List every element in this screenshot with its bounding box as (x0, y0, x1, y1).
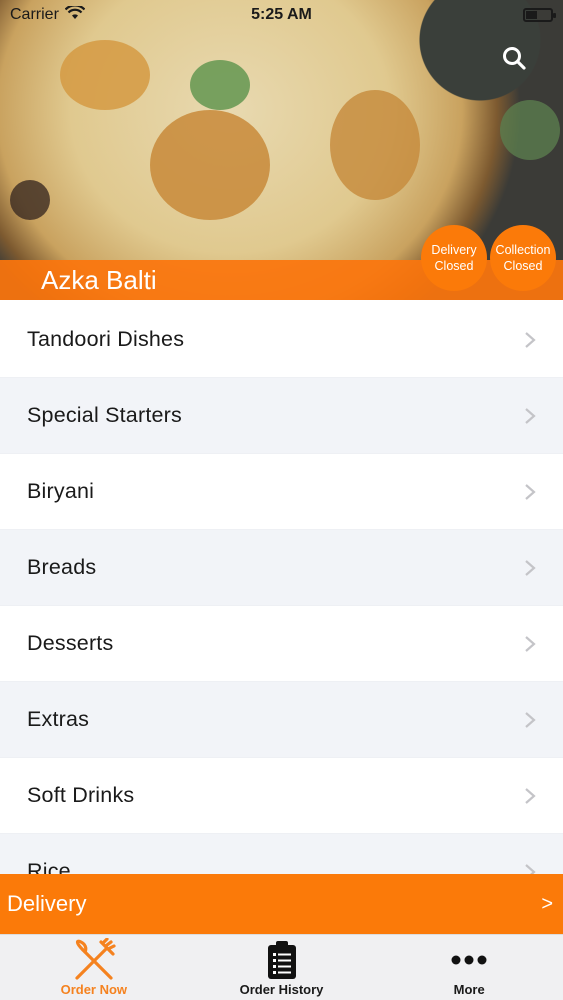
delivery-mode-bar[interactable]: Delivery > (0, 874, 563, 934)
collection-status-badge: Collection Closed (490, 225, 556, 291)
food-decor (330, 90, 420, 200)
delivery-mode-arrow: > (541, 892, 553, 915)
chevron-right-icon (525, 407, 536, 424)
raisin-decor (10, 180, 50, 220)
tab-order-now[interactable]: Order Now (0, 935, 188, 1000)
collection-badge-line2: Closed (503, 259, 543, 273)
search-icon (503, 47, 526, 70)
category-label: Special Starters (27, 403, 182, 427)
mint-leaf-decor (190, 60, 250, 110)
category-label: Desserts (27, 631, 114, 655)
category-row-special-starters[interactable]: Special Starters (0, 378, 563, 454)
delivery-badge-line2: Closed (434, 259, 474, 273)
fork-knife-icon (71, 938, 117, 982)
chevron-right-icon (525, 483, 536, 500)
category-row-extras[interactable]: Extras (0, 682, 563, 758)
tab-label: Order Now (60, 982, 128, 997)
category-label: Extras (27, 707, 90, 731)
status-bar: Carrier 5:25 AM (0, 0, 563, 30)
category-row-tandoori-dishes[interactable]: Tandoori Dishes (0, 302, 563, 378)
category-label: Breads (27, 555, 97, 579)
wifi-icon (64, 3, 86, 25)
category-row-breads[interactable]: Breads (0, 530, 563, 606)
tab-label: Order History (239, 982, 324, 997)
clipboard-list-icon (267, 938, 297, 982)
status-left: Carrier (10, 3, 86, 25)
category-row-desserts[interactable]: Desserts (0, 606, 563, 682)
tab-bar: Order Now Order History More (0, 934, 563, 1000)
chevron-right-icon (525, 711, 536, 728)
category-row-biryani[interactable]: Biryani (0, 454, 563, 530)
category-label: Rice (27, 859, 71, 874)
battery-level (526, 11, 537, 19)
category-label: Soft Drinks (27, 783, 135, 807)
food-decor (150, 110, 270, 220)
carrier-label: Carrier (10, 6, 59, 23)
mint-leaf-decor (500, 100, 560, 160)
restaurant-name: Azka Balti (41, 265, 157, 295)
category-list: Tandoori Dishes Special Starters Biryani… (0, 302, 563, 874)
collection-badge-line1: Collection (495, 243, 551, 257)
tab-label: More (453, 982, 485, 997)
category-row-soft-drinks[interactable]: Soft Drinks (0, 758, 563, 834)
more-dots-icon (450, 938, 488, 982)
food-decor (60, 40, 150, 110)
search-button[interactable] (496, 40, 532, 76)
clock: 5:25 AM (251, 6, 312, 23)
tab-order-history[interactable]: Order History (188, 935, 376, 1000)
battery-icon (523, 8, 556, 22)
chevron-right-icon (525, 635, 536, 652)
chevron-right-icon (525, 787, 536, 804)
tab-more[interactable]: More (375, 935, 563, 1000)
delivery-badge-line1: Delivery (431, 243, 477, 257)
chevron-right-icon (525, 331, 536, 348)
category-label: Tandoori Dishes (27, 327, 185, 351)
chevron-right-icon (525, 559, 536, 576)
category-label: Biryani (27, 479, 95, 503)
delivery-status-badge: Delivery Closed (421, 225, 487, 291)
chevron-right-icon (525, 863, 536, 874)
category-row-rice[interactable]: Rice (0, 834, 563, 874)
delivery-mode-label: Delivery (7, 891, 87, 916)
